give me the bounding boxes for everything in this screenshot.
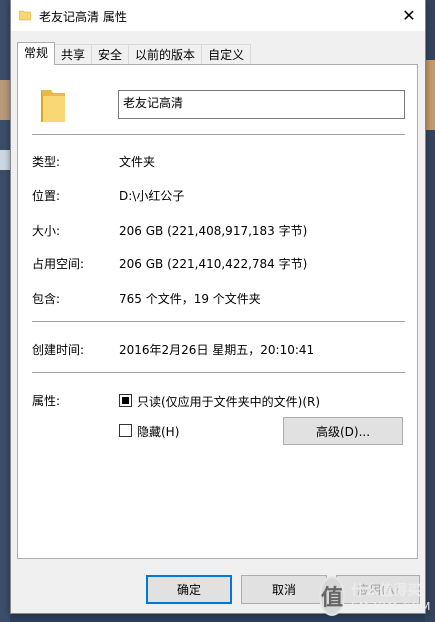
contains-label: 包含: bbox=[32, 292, 61, 306]
watermark-text-cn: 什么值得买 bbox=[351, 582, 422, 599]
window-title: 老友记高清 属性 bbox=[39, 10, 127, 24]
tab-security[interactable]: 安全 bbox=[91, 44, 130, 64]
folder-large-icon bbox=[41, 90, 65, 122]
hidden-checkbox[interactable] bbox=[119, 424, 132, 437]
watermark-logo-icon: 值 bbox=[319, 576, 346, 616]
folder-name-input[interactable]: 老友记高清 bbox=[118, 90, 405, 119]
background-thumbnail bbox=[0, 80, 10, 120]
title-bar[interactable]: 老友记高清 属性 ✕ bbox=[11, 0, 425, 31]
type-value: 文件夹 bbox=[119, 155, 156, 169]
size-on-disk-value: 206 GB (221,410,422,784 字节) bbox=[119, 257, 308, 271]
close-icon: ✕ bbox=[402, 6, 416, 25]
attributes-label: 属性: bbox=[32, 394, 61, 408]
ok-button-label: 确定 bbox=[176, 583, 201, 597]
tab-previous-versions[interactable]: 以前的版本 bbox=[128, 44, 203, 64]
close-button[interactable]: ✕ bbox=[393, 0, 425, 31]
background-thumbnail bbox=[0, 150, 10, 170]
tab-sharing[interactable]: 共享 bbox=[54, 44, 93, 64]
size-value: 206 GB (221,408,917,183 字节) bbox=[119, 224, 308, 238]
desktop-background-left bbox=[0, 0, 10, 622]
divider bbox=[32, 134, 405, 135]
created-label: 创建时间: bbox=[32, 343, 85, 357]
tab-general[interactable]: 常规 bbox=[17, 42, 56, 65]
readonly-label[interactable]: 只读(仅应用于文件夹中的文件)(R) bbox=[137, 393, 320, 410]
general-panel: 老友记高清 类型: 文件夹 位置: D:\小红公子 大小: 206 GB (22… bbox=[17, 64, 418, 559]
cancel-button[interactable]: 取消 bbox=[241, 575, 327, 604]
readonly-checkbox[interactable] bbox=[119, 394, 132, 407]
ok-button[interactable]: 确定 bbox=[146, 575, 232, 604]
watermark-text-en: SMZDM.COM bbox=[351, 599, 432, 613]
size-on-disk-label: 占用空间: bbox=[32, 257, 85, 271]
location-value: D:\小红公子 bbox=[119, 189, 185, 203]
hidden-label[interactable]: 隐藏(H) bbox=[137, 423, 179, 440]
advanced-button[interactable]: 高级(D)... bbox=[283, 417, 403, 445]
desktop-background-right bbox=[425, 0, 435, 622]
type-label: 类型: bbox=[32, 155, 61, 169]
watermark-text: 什么值得买 SMZDM.COM bbox=[351, 580, 431, 613]
properties-dialog: 老友记高清 属性 ✕ 常规 共享 安全 以前的版本 自定义 老友记高清 类型: … bbox=[10, 0, 426, 614]
size-label: 大小: bbox=[32, 224, 61, 238]
divider bbox=[32, 321, 405, 322]
advanced-button-label: 高级(D)... bbox=[315, 424, 371, 439]
watermark-logo-glyph: 值 bbox=[321, 586, 344, 611]
tab-strip: 常规 共享 安全 以前的版本 自定义 bbox=[17, 42, 252, 65]
created-value: 2016年2月26日 星期五，20:10:41 bbox=[119, 343, 315, 357]
contains-value: 765 个文件，19 个文件夹 bbox=[119, 292, 261, 306]
cancel-button-label: 取消 bbox=[271, 583, 296, 597]
location-label: 位置: bbox=[32, 189, 61, 203]
folder-icon bbox=[19, 10, 31, 21]
divider bbox=[32, 372, 405, 373]
background-thumbnail bbox=[425, 60, 435, 130]
watermark: 值 什么值得买 SMZDM.COM bbox=[319, 574, 431, 618]
tab-customize[interactable]: 自定义 bbox=[201, 44, 252, 64]
